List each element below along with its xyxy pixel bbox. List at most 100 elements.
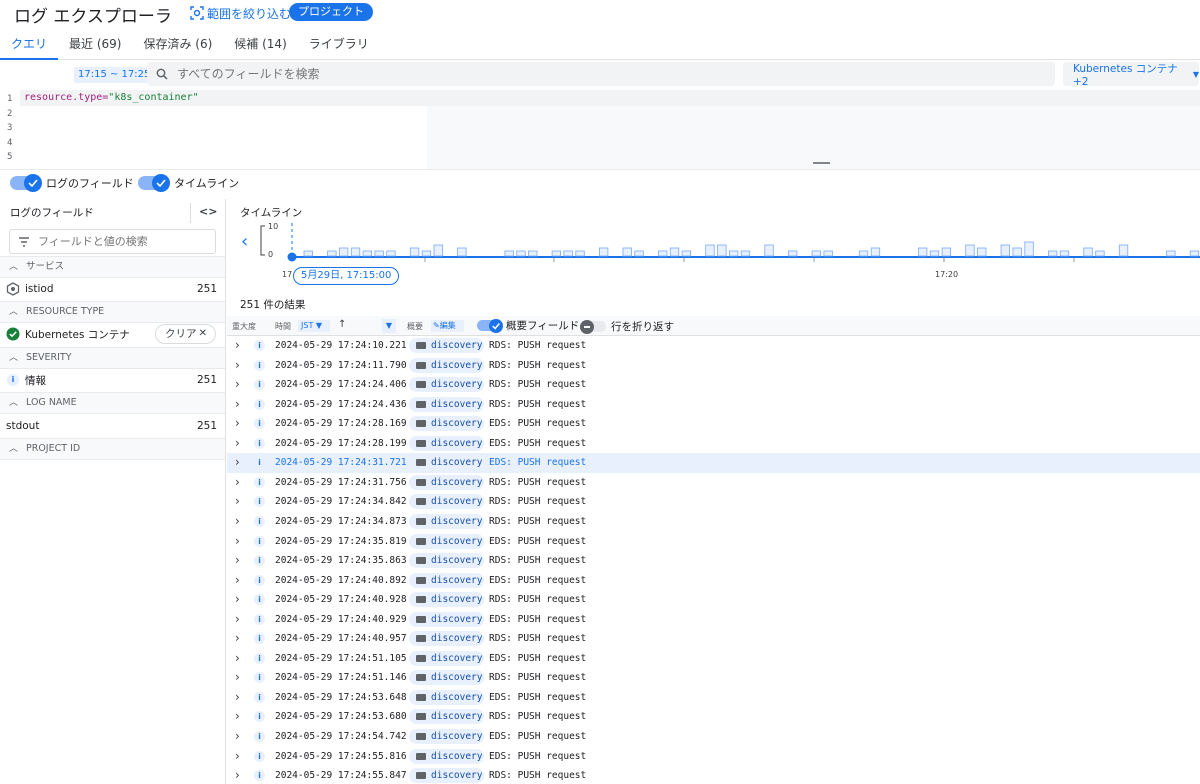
service-chip[interactable]: discovery [409,768,484,784]
chevron-right-icon[interactable]: › [235,377,240,391]
field-value-stdout[interactable]: stdout 251 [0,415,225,437]
chevron-right-icon[interactable]: › [235,455,240,469]
service-chip[interactable]: discovery [409,494,484,510]
service-chip[interactable]: discovery [409,474,484,490]
log-row[interactable]: › i 2024-05-29 17:24:24.436 discovery RDS: P… [227,395,1200,415]
field-value-k8s-container[interactable]: Kubernetes コンテナ クリア ✕ [0,323,225,345]
chevron-right-icon[interactable]: › [235,514,240,528]
chevron-right-icon[interactable]: › [235,631,240,645]
service-chip[interactable]: discovery [409,396,484,412]
section-service[interactable]: ︿ サービス [0,256,225,278]
search-all-fields[interactable] [147,62,1055,86]
timeline-cursor-label[interactable]: 5月29日, 17:15:00 [293,267,400,285]
field-value-istiod[interactable]: istiod 251 [0,278,225,300]
log-fields-toggle[interactable]: ログのフィールド [10,174,134,192]
col-time[interactable]: 時間 [275,321,291,332]
service-chip[interactable]: discovery [409,533,484,549]
time-range-chip[interactable]: 17:15 ~ 17:25 [74,67,155,83]
log-row[interactable]: › i 2024-05-29 17:24:24.406 discovery RDS: P… [227,375,1200,395]
chevron-right-icon[interactable]: › [235,573,240,587]
service-chip[interactable]: discovery [409,513,484,529]
log-row[interactable]: › i 2024-05-29 17:24:51.146 discovery RDS: P… [227,668,1200,688]
narrow-scope-button[interactable]: 範囲を絞り込む [190,3,291,23]
section-log-name[interactable]: ︿ LOG NAME [0,392,225,414]
log-row[interactable]: › i 2024-05-29 17:24:11.790 discovery RDS: P… [227,356,1200,376]
service-chip[interactable]: discovery [409,670,484,686]
edit-summary-button[interactable]: ✎編集 [431,320,464,332]
column-dropdown-icon[interactable]: ▼ [382,319,396,333]
log-row[interactable]: › i 2024-05-29 17:24:28.199 discovery EDS: P… [227,434,1200,454]
chevron-right-icon[interactable]: › [235,534,240,548]
col-severity[interactable]: 重大度 [232,321,256,332]
query-editor[interactable]: resource.type="k8s_container" 1 2 3 4 5 [0,90,1200,170]
chevron-right-icon[interactable]: › [235,651,240,665]
chevron-right-icon[interactable]: › [235,436,240,450]
tab-recent[interactable]: 最近 (69) [58,30,132,60]
summary-fields-toggle[interactable]: 概要フィールド [477,318,579,333]
tab-suggested[interactable]: 候補 (14) [223,30,297,60]
service-chip[interactable]: discovery [409,553,484,569]
project-button[interactable]: プロジェクト [289,3,373,21]
chevron-right-icon[interactable]: › [235,729,240,743]
timeline-toggle[interactable]: タイムライン [138,174,239,192]
switch[interactable] [580,319,606,334]
log-row[interactable]: › i 2024-05-29 17:24:40.892 discovery EDS: P… [227,571,1200,591]
log-row[interactable]: › i 2024-05-29 17:24:40.957 discovery RDS: P… [227,629,1200,649]
clear-filter-button[interactable]: クリア ✕ [155,324,216,344]
chevron-right-icon[interactable]: › [235,338,240,352]
log-row[interactable]: › i 2024-05-29 17:24:10.221 discovery RDS: P… [227,336,1200,356]
log-row[interactable]: › i 2024-05-29 17:24:40.928 discovery RDS: P… [227,590,1200,610]
chevron-right-icon[interactable]: › [235,553,240,567]
log-row[interactable]: › i 2024-05-29 17:24:51.105 discovery EDS: P… [227,649,1200,669]
log-row[interactable]: › i 2024-05-29 17:24:31.721 discovery EDS: P… [227,453,1200,473]
chevron-right-icon[interactable]: › [235,358,240,372]
log-row[interactable]: › i 2024-05-29 17:24:28.169 discovery EDS: P… [227,414,1200,434]
log-row[interactable]: › i 2024-05-29 17:24:55.847 discovery RDS: P… [227,766,1200,784]
switch[interactable] [10,174,42,192]
switch[interactable] [138,174,170,192]
log-row[interactable]: › i 2024-05-29 17:24:53.680 discovery RDS: P… [227,707,1200,727]
query-line-1[interactable]: resource.type="k8s_container" [20,90,1200,106]
chevron-right-icon[interactable]: › [235,690,240,704]
service-chip[interactable]: discovery [409,416,484,432]
field-search[interactable] [9,229,216,254]
code-icon[interactable]: <> [199,205,217,218]
service-chip[interactable]: discovery [409,729,484,744]
chevron-right-icon[interactable]: › [235,749,240,763]
log-row[interactable]: › i 2024-05-29 17:24:34.873 discovery RDS: P… [227,512,1200,532]
service-chip[interactable]: discovery [409,689,484,705]
section-severity[interactable]: ︿ SEVERITY [0,347,225,369]
col-summary[interactable]: 概要 [407,321,423,332]
service-chip[interactable]: discovery [409,377,484,393]
chevron-right-icon[interactable]: › [235,670,240,684]
service-chip[interactable]: discovery [409,435,484,451]
chevron-right-icon[interactable]: › [235,612,240,626]
chevron-right-icon[interactable]: › [235,416,240,430]
chevron-left-icon[interactable]: ‹ [241,231,248,252]
field-value-info[interactable]: i 情報 251 [0,369,225,391]
resize-handle[interactable] [813,162,830,164]
chevron-right-icon[interactable]: › [235,709,240,723]
section-resource-type[interactable]: ︿ RESOURCE TYPE [0,301,225,323]
resource-dropdown[interactable]: Kubernetes コンテナ +2 ▼ [1063,62,1199,88]
search-input[interactable] [177,67,977,81]
chevron-right-icon[interactable]: › [235,592,240,606]
chevron-right-icon[interactable]: › [235,397,240,411]
log-row[interactable]: › i 2024-05-29 17:24:31.756 discovery RDS: P… [227,473,1200,493]
service-chip[interactable]: discovery [409,748,484,764]
wrap-lines-toggle[interactable]: 行を折り返す [580,319,674,334]
tab-query[interactable]: クエリ [0,30,59,60]
sort-up-icon[interactable]: ↑ [338,319,346,330]
log-row[interactable]: › i 2024-05-29 17:24:35.819 discovery EDS: P… [227,532,1200,552]
section-project-id[interactable]: ︿ PROJECT ID [0,438,225,460]
service-chip[interactable]: discovery [409,592,484,608]
field-search-input[interactable] [38,235,198,248]
chevron-right-icon[interactable]: › [235,768,240,782]
switch[interactable] [477,318,503,333]
service-chip[interactable]: discovery [409,709,484,725]
log-row[interactable]: › i 2024-05-29 17:24:40.929 discovery EDS: P… [227,610,1200,630]
tab-saved[interactable]: 保存済み (6) [132,30,223,60]
tab-library[interactable]: ライブラリ [298,30,380,60]
log-row[interactable]: › i 2024-05-29 17:24:35.863 discovery RDS: P… [227,551,1200,571]
service-chip[interactable]: discovery [409,650,484,666]
